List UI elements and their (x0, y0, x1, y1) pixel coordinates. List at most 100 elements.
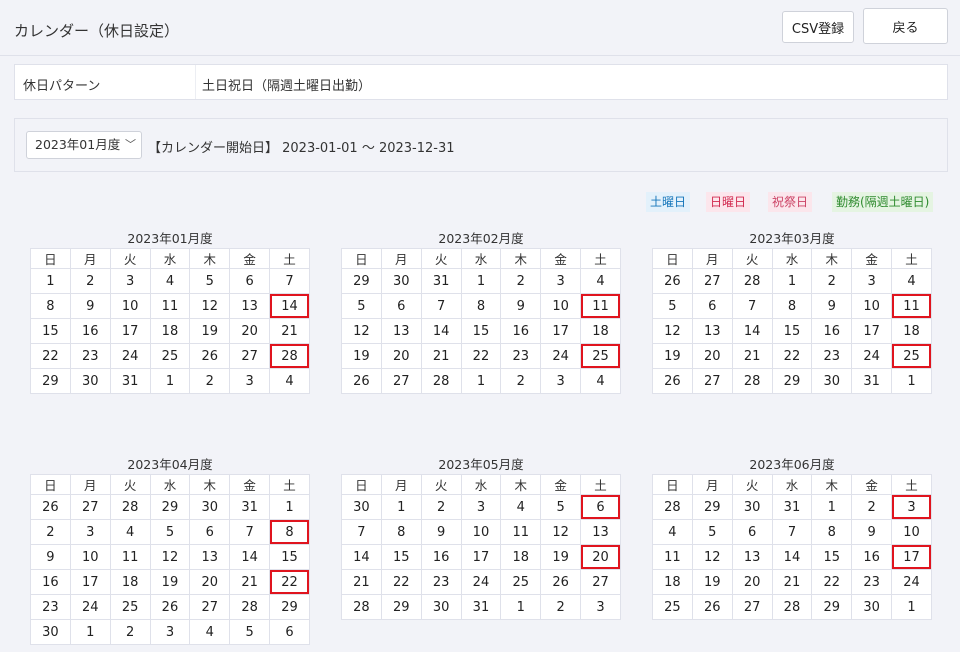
day-cell[interactable]: 8 (771, 293, 813, 319)
day-cell[interactable]: 15 (269, 544, 310, 570)
day-cell[interactable]: 15 (811, 544, 853, 570)
day-cell[interactable]: 6 (380, 293, 422, 319)
day-cell[interactable]: 9 (30, 544, 71, 570)
day-cell[interactable]: 28 (341, 594, 382, 620)
day-cell[interactable]: 27 (229, 343, 271, 369)
day-cell[interactable]: 1 (30, 268, 71, 294)
day-cell[interactable]: 16 (851, 544, 893, 570)
day-cell[interactable]: 24 (460, 569, 502, 595)
day-cell[interactable]: 26 (341, 368, 382, 394)
day-cell[interactable]: 25 (149, 343, 191, 369)
day-cell[interactable]: 11 (652, 544, 693, 570)
day-cell[interactable]: 1 (771, 268, 813, 294)
day-cell[interactable]: 13 (580, 519, 621, 545)
day-cell[interactable]: 2 (30, 519, 71, 545)
day-cell[interactable]: 9 (69, 293, 111, 319)
day-cell[interactable]: 20 (380, 343, 422, 369)
day-cell[interactable]: 27 (189, 594, 231, 620)
day-cell[interactable]: 23 (811, 343, 853, 369)
day-cell[interactable]: 28 (731, 368, 773, 394)
work-saturday-cell[interactable]: 11 (580, 293, 621, 319)
day-cell[interactable]: 14 (341, 544, 382, 570)
day-cell[interactable]: 22 (771, 343, 813, 369)
day-cell[interactable]: 25 (500, 569, 542, 595)
day-cell[interactable]: 9 (811, 293, 853, 319)
day-cell[interactable]: 1 (460, 268, 502, 294)
day-cell[interactable]: 23 (851, 569, 893, 595)
work-saturday-cell[interactable]: 17 (891, 544, 932, 570)
day-cell[interactable]: 23 (500, 343, 542, 369)
work-saturday-cell[interactable]: 3 (891, 494, 932, 520)
period-select[interactable]: 2023年01月度 ﹀ (26, 131, 142, 159)
csv-register-button[interactable]: CSV登録 (782, 11, 854, 43)
day-cell[interactable]: 8 (811, 519, 853, 545)
day-cell[interactable]: 9 (851, 519, 893, 545)
day-cell[interactable]: 6 (691, 293, 733, 319)
day-cell[interactable]: 28 (229, 594, 271, 620)
day-cell[interactable]: 31 (851, 368, 893, 394)
day-cell[interactable]: 11 (149, 293, 191, 319)
day-cell[interactable]: 19 (540, 544, 582, 570)
day-cell[interactable]: 6 (189, 519, 231, 545)
day-cell[interactable]: 13 (691, 318, 733, 344)
day-cell[interactable]: 30 (811, 368, 853, 394)
day-cell[interactable]: 19 (652, 343, 693, 369)
work-saturday-cell[interactable]: 20 (580, 544, 621, 570)
day-cell[interactable]: 14 (771, 544, 813, 570)
day-cell[interactable]: 23 (30, 594, 71, 620)
day-cell[interactable]: 27 (691, 368, 733, 394)
day-cell[interactable]: 26 (652, 368, 693, 394)
day-cell[interactable]: 26 (189, 343, 231, 369)
day-cell[interactable]: 5 (341, 293, 382, 319)
back-button[interactable]: 戻る (863, 8, 948, 44)
day-cell[interactable]: 4 (109, 519, 151, 545)
day-cell[interactable]: 13 (731, 544, 773, 570)
day-cell[interactable]: 24 (109, 343, 151, 369)
day-cell[interactable]: 24 (851, 343, 893, 369)
day-cell[interactable]: 3 (69, 519, 111, 545)
day-cell[interactable]: 3 (851, 268, 893, 294)
day-cell[interactable]: 26 (691, 594, 733, 620)
day-cell[interactable]: 14 (420, 318, 462, 344)
work-saturday-cell[interactable]: 25 (891, 343, 932, 369)
day-cell[interactable]: 19 (189, 318, 231, 344)
day-cell[interactable]: 7 (420, 293, 462, 319)
day-cell[interactable]: 17 (851, 318, 893, 344)
day-cell[interactable]: 1 (269, 494, 310, 520)
day-cell[interactable]: 18 (109, 569, 151, 595)
day-cell[interactable]: 10 (851, 293, 893, 319)
day-cell[interactable]: 28 (420, 368, 462, 394)
day-cell[interactable]: 13 (380, 318, 422, 344)
day-cell[interactable]: 12 (149, 544, 191, 570)
day-cell[interactable]: 19 (341, 343, 382, 369)
day-cell[interactable]: 18 (891, 318, 932, 344)
day-cell[interactable]: 30 (420, 594, 462, 620)
day-cell[interactable]: 27 (380, 368, 422, 394)
day-cell[interactable]: 12 (189, 293, 231, 319)
day-cell[interactable]: 2 (69, 268, 111, 294)
day-cell[interactable]: 23 (69, 343, 111, 369)
work-saturday-cell[interactable]: 25 (580, 343, 621, 369)
day-cell[interactable]: 6 (229, 268, 271, 294)
day-cell[interactable]: 15 (771, 318, 813, 344)
day-cell[interactable]: 5 (149, 519, 191, 545)
day-cell[interactable]: 2 (811, 268, 853, 294)
work-saturday-cell[interactable]: 28 (269, 343, 310, 369)
day-cell[interactable]: 4 (891, 268, 932, 294)
day-cell[interactable]: 22 (30, 343, 71, 369)
day-cell[interactable]: 10 (69, 544, 111, 570)
day-cell[interactable]: 15 (380, 544, 422, 570)
day-cell[interactable]: 20 (731, 569, 773, 595)
day-cell[interactable]: 5 (652, 293, 693, 319)
day-cell[interactable]: 29 (380, 594, 422, 620)
day-cell[interactable]: 3 (460, 494, 502, 520)
day-cell[interactable]: 21 (229, 569, 271, 595)
day-cell[interactable]: 30 (851, 594, 893, 620)
day-cell[interactable]: 29 (30, 368, 71, 394)
day-cell[interactable]: 31 (109, 368, 151, 394)
day-cell[interactable]: 18 (580, 318, 621, 344)
day-cell[interactable]: 17 (460, 544, 502, 570)
day-cell[interactable]: 26 (540, 569, 582, 595)
day-cell[interactable]: 3 (540, 268, 582, 294)
day-cell[interactable]: 24 (69, 594, 111, 620)
